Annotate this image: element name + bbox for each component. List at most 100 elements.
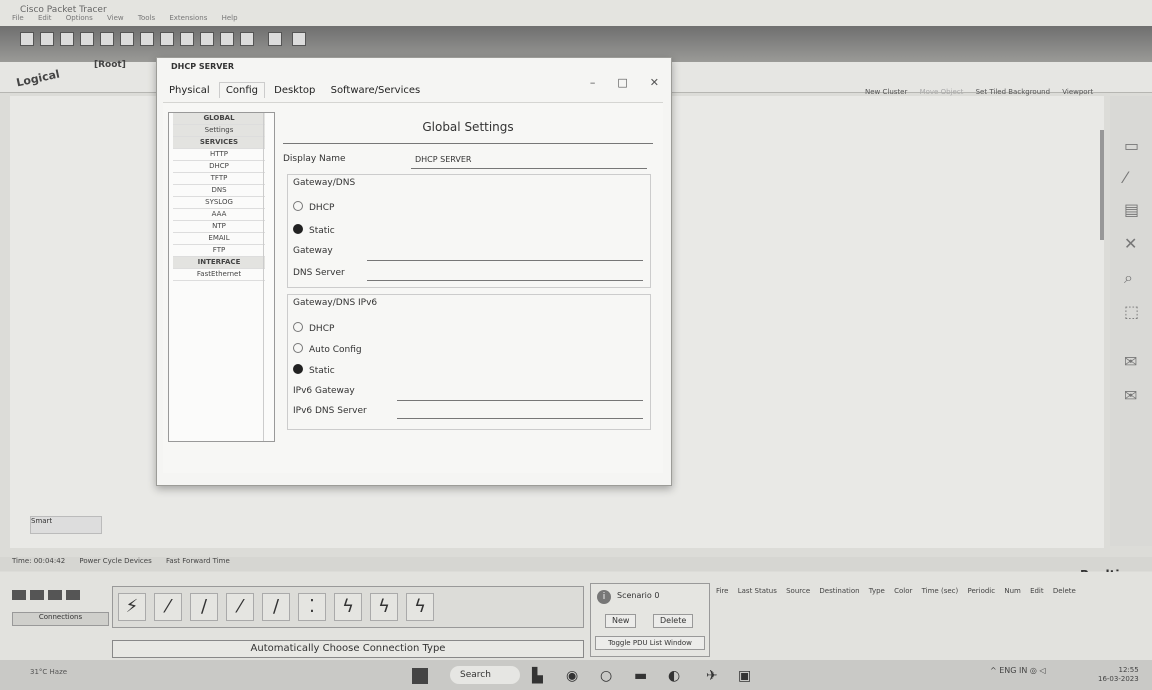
tab-config[interactable]: Config xyxy=(218,82,265,98)
power-cycle-devices-button[interactable]: Power Cycle Devices xyxy=(79,557,151,565)
simple-pdu-icon[interactable]: ✉ xyxy=(1124,352,1137,371)
nav-item-email[interactable]: EMAIL xyxy=(173,233,265,245)
tab-software-services[interactable]: Software/Services xyxy=(325,83,427,98)
toolbar-zoom-in-icon[interactable] xyxy=(200,32,214,46)
toolbar-open-icon[interactable] xyxy=(40,32,54,46)
toolbar-redo-icon[interactable] xyxy=(180,32,194,46)
toolbar-paste-icon[interactable] xyxy=(140,32,154,46)
windows-start-icon[interactable] xyxy=(412,668,428,684)
toolbar-new-icon[interactable] xyxy=(20,32,34,46)
tab-physical[interactable]: Physical xyxy=(163,83,216,98)
delete-scenario-button[interactable]: Delete xyxy=(653,614,694,628)
dialog-maximize-icon[interactable]: □ xyxy=(617,76,627,89)
edge-icon[interactable]: ◐ xyxy=(668,668,680,684)
set-tiled-background-button[interactable]: Set Tiled Background xyxy=(976,88,1050,96)
phone-cable-icon[interactable]: ⁚ xyxy=(298,593,326,621)
note-icon[interactable]: ▤ xyxy=(1124,200,1139,219)
switch-icon[interactable] xyxy=(30,590,44,600)
menu-help[interactable]: Help xyxy=(222,14,238,22)
menu-tools[interactable]: Tools xyxy=(138,14,155,22)
gw6-auto-config-radio[interactable]: Auto Config xyxy=(293,343,362,355)
toolbar-undo-icon[interactable] xyxy=(160,32,174,46)
console-cable-icon[interactable]: ⁄ xyxy=(154,593,182,621)
taskbar-search[interactable]: Search xyxy=(450,666,520,684)
serial-dce-icon[interactable]: ϟ xyxy=(370,593,398,621)
tab-desktop[interactable]: Desktop xyxy=(268,83,321,98)
viewport-button[interactable]: Viewport xyxy=(1062,88,1093,96)
zoom-icon[interactable]: ⌕ xyxy=(1124,268,1133,288)
weather-widget[interactable]: 31°C Haze xyxy=(30,668,67,676)
scenario-select[interactable]: Scenario 0 xyxy=(617,591,697,603)
inspect-icon[interactable]: ⁄ xyxy=(1124,168,1127,187)
nav-item-dhcp[interactable]: DHCP xyxy=(173,161,265,173)
hub-icon[interactable] xyxy=(48,590,62,600)
new-scenario-button[interactable]: New xyxy=(605,614,637,628)
volume-icon[interactable]: ◁ xyxy=(1039,666,1045,675)
nav-item-ftp[interactable]: FTP xyxy=(173,245,265,257)
chat-icon[interactable]: ◉ xyxy=(566,668,578,684)
toolbar-save-icon[interactable] xyxy=(60,32,74,46)
move-object-button[interactable]: Move Object xyxy=(920,88,964,96)
network-icon[interactable]: ◎ xyxy=(1030,666,1037,675)
crossover-icon[interactable]: ⁄ xyxy=(226,593,254,621)
toggle-pdu-list-button[interactable]: Toggle PDU List Window xyxy=(595,636,705,650)
app-circle-icon[interactable]: ○ xyxy=(600,668,612,684)
serial-dte-icon[interactable]: ϟ xyxy=(406,593,434,621)
task-view-icon[interactable]: ▙ xyxy=(532,668,543,684)
toolbar-zoom-reset-icon[interactable] xyxy=(220,32,234,46)
new-cluster-button[interactable]: New Cluster xyxy=(865,88,907,96)
clock[interactable]: 12:55 16-03-2023 xyxy=(1098,666,1139,684)
tray-chevron-icon[interactable]: ^ xyxy=(990,666,997,675)
coaxial-icon[interactable]: ϟ xyxy=(334,593,362,621)
language-indicator[interactable]: ENG IN xyxy=(999,666,1027,675)
nav-item-syslog[interactable]: SYSLOG xyxy=(173,197,265,209)
store-icon[interactable]: ▣ xyxy=(738,668,751,684)
gateway-input[interactable] xyxy=(367,260,643,261)
nav-item-tftp[interactable]: TFTP xyxy=(173,173,265,185)
nav-item-fastethernet[interactable]: FastEthernet xyxy=(173,269,265,281)
file-explorer-icon[interactable]: ▬ xyxy=(634,668,647,684)
toolbar-palette-icon[interactable] xyxy=(268,32,282,46)
ipv6-dns-server-input[interactable] xyxy=(397,418,643,419)
nav-item-http[interactable]: HTTP xyxy=(173,149,265,161)
toolbar-wizard-icon[interactable] xyxy=(100,32,114,46)
fast-forward-time-button[interactable]: Fast Forward Time xyxy=(166,557,230,565)
dialog-close-icon[interactable]: ✕ xyxy=(650,76,659,89)
auto-connection-icon[interactable]: ⚡ xyxy=(118,593,146,621)
nav-item-aaa[interactable]: AAA xyxy=(173,209,265,221)
menu-edit[interactable]: Edit xyxy=(38,14,52,22)
nav-item-dns[interactable]: DNS xyxy=(173,185,265,197)
dns-server-input[interactable] xyxy=(367,280,643,281)
delete-icon[interactable]: ✕ xyxy=(1124,234,1137,253)
ipv6-gateway-input[interactable] xyxy=(397,400,643,401)
gw-dhcp-radio[interactable]: DHCP xyxy=(293,201,334,213)
nav-list-scrollbar[interactable] xyxy=(263,113,274,441)
menu-extensions[interactable]: Extensions xyxy=(169,14,207,22)
menu-view[interactable]: View xyxy=(107,14,124,22)
gw-static-radio[interactable]: Static xyxy=(293,224,335,236)
menu-file[interactable]: File xyxy=(12,14,24,22)
packet-tracer-taskbar-icon[interactable]: ✈ xyxy=(706,668,718,684)
menu-options[interactable]: Options xyxy=(66,14,93,22)
toolbar-custom-device-icon[interactable] xyxy=(292,32,306,46)
gw6-static-radio[interactable]: Static xyxy=(293,364,335,376)
nav-item-ntp[interactable]: NTP xyxy=(173,221,265,233)
display-name-input[interactable]: DHCP SERVER xyxy=(415,155,471,164)
wireless-icon[interactable] xyxy=(66,590,80,600)
toolbar-copy-icon[interactable] xyxy=(120,32,134,46)
toolbar-print-icon[interactable] xyxy=(80,32,94,46)
select-icon[interactable]: ▭ xyxy=(1124,136,1139,155)
straight-through-icon[interactable]: / xyxy=(190,593,218,621)
navigation-panel[interactable]: Smart xyxy=(30,516,102,534)
resize-icon[interactable]: ⬚ xyxy=(1124,302,1139,321)
router-icon[interactable] xyxy=(12,590,26,600)
gw6-dhcp-radio[interactable]: DHCP xyxy=(293,322,334,334)
workspace-scrollbar[interactable] xyxy=(1100,130,1104,240)
complex-pdu-icon[interactable]: ✉ xyxy=(1124,386,1137,405)
nav-item-settings[interactable]: Settings xyxy=(173,125,265,137)
fiber-icon[interactable]: / xyxy=(262,593,290,621)
dialog-minimize-icon[interactable]: – xyxy=(590,76,596,89)
root-label[interactable]: [Root] xyxy=(94,60,126,70)
info-icon[interactable]: i xyxy=(597,590,611,604)
toolbar-zoom-out-icon[interactable] xyxy=(240,32,254,46)
